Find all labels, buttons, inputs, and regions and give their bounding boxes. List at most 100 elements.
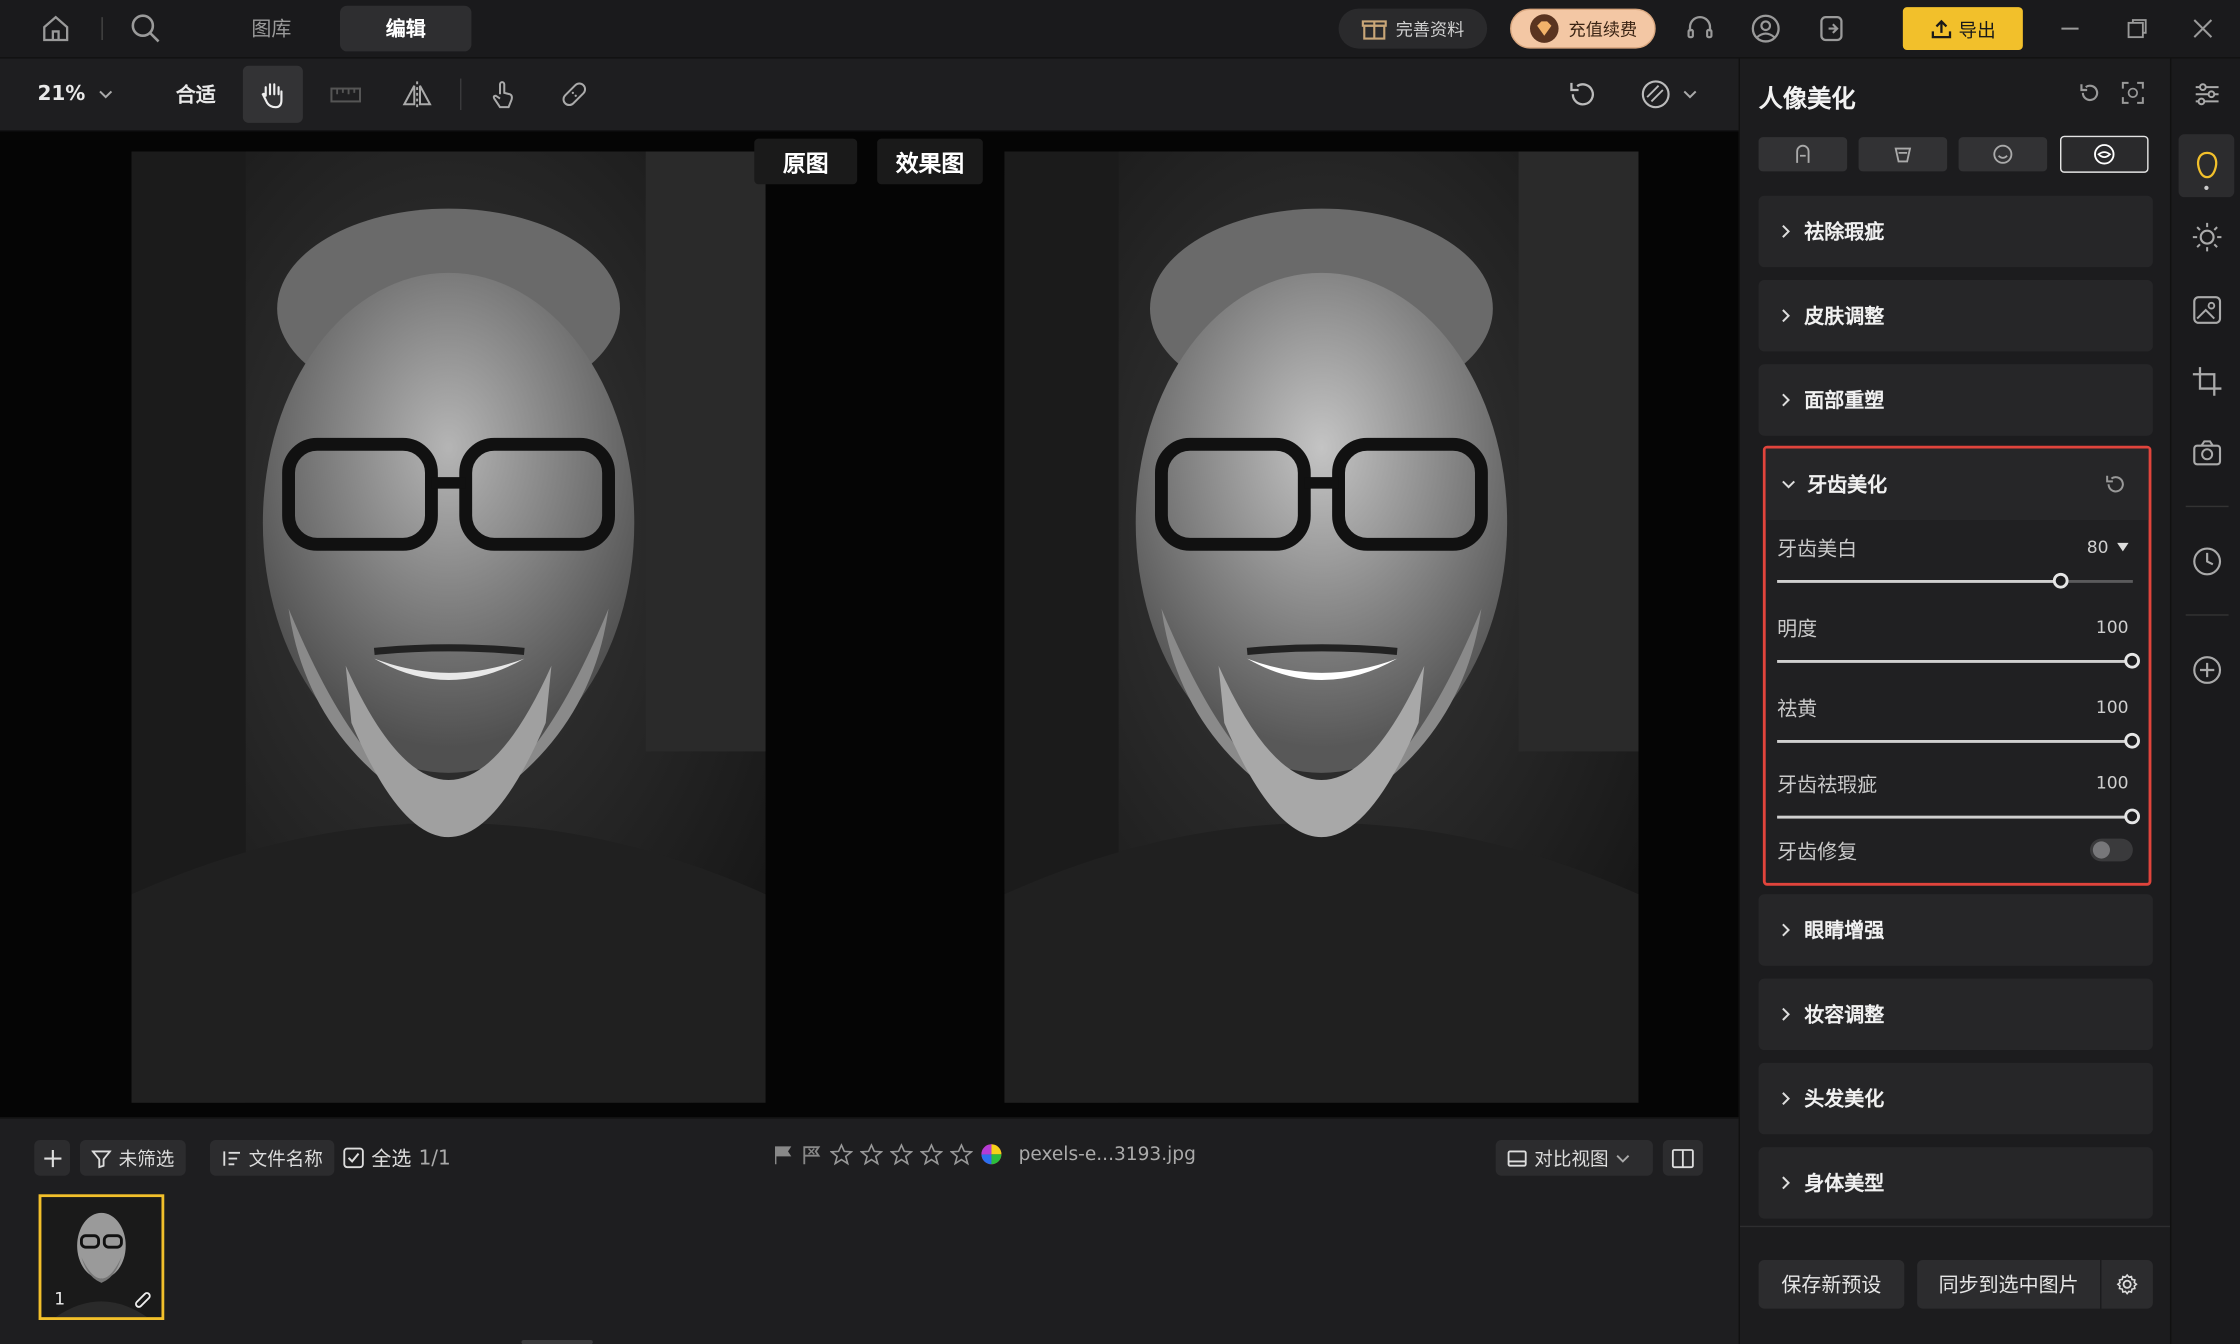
slider-value[interactable]: 100 bbox=[2096, 617, 2129, 637]
flip-icon[interactable] bbox=[389, 66, 446, 123]
history-clock-icon[interactable] bbox=[2189, 543, 2226, 580]
select-all-checkbox[interactable]: 全选 1/1 bbox=[343, 1140, 451, 1176]
filter-icon bbox=[91, 1148, 112, 1168]
section-teeth-header[interactable]: 牙齿美化 bbox=[1765, 448, 2149, 520]
gear-icon bbox=[2116, 1273, 2139, 1296]
original-photo bbox=[131, 151, 766, 1103]
section-skin[interactable]: 皮肤调整 bbox=[1758, 279, 2153, 352]
undo-icon[interactable] bbox=[1554, 66, 1611, 123]
home-icon[interactable] bbox=[39, 11, 73, 45]
recharge-button[interactable]: 充值续费 bbox=[1509, 8, 1656, 49]
section-hair[interactable]: 头发美化 bbox=[1758, 1062, 2153, 1135]
star-icon[interactable] bbox=[829, 1143, 853, 1166]
star-icon[interactable] bbox=[919, 1143, 943, 1166]
checkbox-checked-icon bbox=[343, 1147, 364, 1169]
section-blemish[interactable]: 祛除瑕疵 bbox=[1758, 195, 2153, 268]
slider-value[interactable]: 100 bbox=[2096, 773, 2129, 793]
color-label-icon[interactable] bbox=[980, 1143, 1003, 1166]
subtab-teeth[interactable] bbox=[2059, 135, 2149, 173]
save-preset-button[interactable]: 保存新预设 bbox=[1758, 1259, 1905, 1309]
add-button[interactable] bbox=[34, 1139, 70, 1176]
split-view-button[interactable] bbox=[1662, 1139, 1703, 1176]
section-makeup[interactable]: 妆容调整 bbox=[1758, 978, 2153, 1050]
complete-profile-label: 完善资料 bbox=[1395, 19, 1465, 40]
star-icon[interactable] bbox=[889, 1143, 913, 1166]
headset-icon[interactable] bbox=[1683, 11, 1717, 45]
filmstrip-scrollbar[interactable] bbox=[521, 1339, 593, 1344]
adjust-sliders-icon[interactable] bbox=[2189, 76, 2226, 113]
title-bar: 图库 编辑 完善资料 充值续费 导出 bbox=[0, 0, 2240, 59]
teeth-repair-label: 牙齿修复 bbox=[1777, 841, 1858, 865]
slider-handle[interactable] bbox=[2124, 808, 2140, 825]
search-icon[interactable] bbox=[129, 11, 163, 45]
thumbnail-index: 1 bbox=[54, 1288, 66, 1309]
teeth-repair-toggle[interactable] bbox=[2089, 838, 2133, 862]
minimize-icon[interactable] bbox=[2053, 11, 2087, 45]
complete-profile-button[interactable]: 完善资料 bbox=[1338, 8, 1488, 49]
star-icon[interactable] bbox=[859, 1143, 883, 1166]
sync-settings-button[interactable] bbox=[2101, 1259, 2153, 1309]
flag-icon[interactable] bbox=[773, 1144, 794, 1165]
add-circle-icon[interactable] bbox=[2189, 651, 2226, 688]
filter-button[interactable]: 未筛选 bbox=[79, 1139, 186, 1176]
sort-button[interactable]: 文件名称 bbox=[209, 1139, 335, 1176]
section-label: 祛除瑕疵 bbox=[1804, 221, 1885, 245]
thumbnail[interactable]: 1 bbox=[38, 1194, 165, 1320]
subtab-face[interactable] bbox=[1958, 137, 2048, 172]
section-label: 身体美型 bbox=[1804, 1172, 1885, 1196]
section-body-shape[interactable]: 身体美型 bbox=[1758, 1147, 2153, 1219]
logout-icon[interactable] bbox=[1814, 11, 1848, 45]
close-icon[interactable] bbox=[2186, 11, 2220, 45]
body-icon bbox=[1791, 143, 1814, 166]
chevron-right-icon bbox=[1779, 923, 1793, 937]
crop-icon[interactable] bbox=[2189, 363, 2226, 400]
image-edit-icon[interactable] bbox=[2189, 291, 2226, 328]
section-teeth: 牙齿美化 牙齿美白 80 明度 100 祛黄 100 牙齿祛瑕疵 100 牙齿修复 bbox=[1762, 445, 2152, 886]
tab-edit[interactable]: 编辑 bbox=[339, 5, 472, 52]
filmstrip-bar: 未筛选 文件名称 全选 1/1 pexels-e...3193.jpg 对比视图 bbox=[0, 1117, 1739, 1344]
value-dropdown-icon[interactable] bbox=[2117, 542, 2129, 552]
slider-value[interactable]: 100 bbox=[2096, 697, 2129, 717]
subtab-makeup[interactable] bbox=[1858, 137, 1948, 172]
zoom-select[interactable]: 21% bbox=[26, 66, 126, 123]
compare-view-select[interactable]: 对比视图 bbox=[1495, 1139, 1653, 1176]
slider-value[interactable]: 80 bbox=[2087, 537, 2109, 557]
reset-icon[interactable] bbox=[2077, 80, 2103, 106]
ruler-icon[interactable] bbox=[317, 66, 374, 123]
bandage-icon[interactable] bbox=[546, 66, 603, 123]
compare-mode-select[interactable] bbox=[1629, 66, 1709, 123]
makeup-icon bbox=[1891, 143, 1914, 166]
slider-handle[interactable] bbox=[2124, 732, 2140, 749]
slider-label: 牙齿祛瑕疵 bbox=[1777, 774, 1878, 798]
slider-fill bbox=[1777, 579, 2062, 583]
chevron-right-icon bbox=[1779, 309, 1793, 323]
restore-icon[interactable] bbox=[2120, 11, 2154, 45]
portrait-face-icon[interactable] bbox=[2189, 147, 2226, 184]
touch-icon[interactable] bbox=[474, 66, 531, 123]
section-label: 面部重塑 bbox=[1804, 389, 1885, 413]
section-face-reshape[interactable]: 面部重塑 bbox=[1758, 364, 2153, 436]
subtab-body[interactable] bbox=[1758, 137, 1848, 172]
sort-label: 文件名称 bbox=[248, 1149, 323, 1172]
section-eyes[interactable]: 眼睛增强 bbox=[1758, 894, 2153, 966]
divider bbox=[1739, 1225, 2172, 1228]
reset-icon[interactable] bbox=[2104, 473, 2127, 496]
fit-button[interactable]: 合适 bbox=[157, 66, 234, 123]
camera-icon[interactable] bbox=[2189, 434, 2226, 471]
hand-tool-icon[interactable] bbox=[242, 65, 303, 123]
recharge-label: 充值续费 bbox=[1568, 19, 1638, 40]
active-dot bbox=[2204, 185, 2209, 190]
user-icon[interactable] bbox=[1749, 11, 1783, 45]
slider-handle[interactable] bbox=[2124, 652, 2140, 669]
sync-button[interactable]: 同步到选中图片 bbox=[1917, 1259, 2100, 1309]
slider-handle[interactable] bbox=[2052, 572, 2069, 589]
reject-flag-icon[interactable] bbox=[801, 1144, 822, 1165]
sun-icon[interactable] bbox=[2189, 219, 2226, 256]
export-button[interactable]: 导出 bbox=[1902, 7, 2023, 50]
star-icon[interactable] bbox=[949, 1143, 973, 1166]
face-scan-icon[interactable] bbox=[2120, 80, 2146, 106]
tab-gallery[interactable]: 图库 bbox=[214, 6, 328, 52]
section-label: 头发美化 bbox=[1804, 1088, 1885, 1112]
chevron-right-icon bbox=[1779, 1007, 1793, 1021]
export-label: 导出 bbox=[1958, 20, 1996, 43]
